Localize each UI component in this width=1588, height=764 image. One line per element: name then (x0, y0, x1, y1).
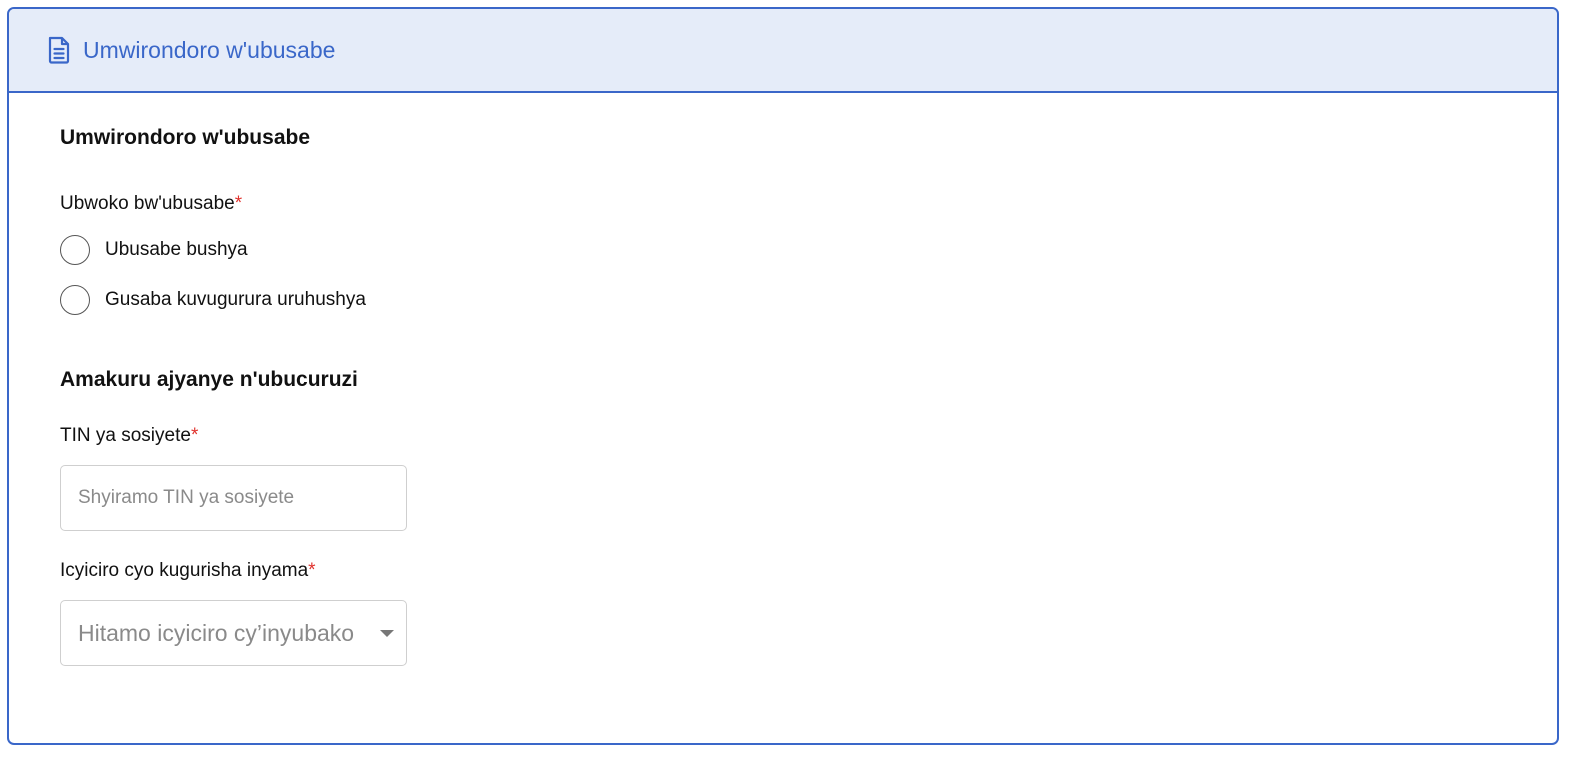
section-title-business-info: Amakuru ajyanye n'ubucuruzi (60, 368, 358, 391)
category-label: Icyiciro cyo kugurisha inyama* (60, 560, 316, 582)
chevron-down-icon[interactable] (380, 629, 394, 637)
request-type-label: Ubwoko bw'ubusabe* (60, 193, 242, 215)
category-select[interactable]: Hitamo icyiciro cy’inyubako (60, 600, 407, 666)
section-title-application-profile: Umwirondoro w'ubusabe (60, 126, 311, 149)
document-icon (46, 36, 72, 64)
card-header: Umwirondoro w'ubusabe (9, 9, 1557, 93)
header-title: Umwirondoro w'ubusabe (83, 36, 336, 63)
radio-button[interactable] (60, 235, 90, 265)
required-mark: * (234, 193, 243, 214)
radio-label-renew-license[interactable]: Gusaba kuvugurura uruhushya (105, 289, 366, 311)
category-select-placeholder: Hitamo icyiciro cy’inyubako (78, 619, 355, 646)
category-label-text: Icyiciro cyo kugurisha inyama (60, 560, 309, 581)
radio-new-application[interactable]: Ubusabe bushya (60, 235, 248, 265)
application-profile-card: Umwirondoro w'ubusabe Umwirondoro w'ubus… (7, 7, 1559, 745)
tin-label: TIN ya sosiyete* (60, 425, 198, 447)
request-type-label-text: Ubwoko bw'ubusabe (60, 193, 235, 214)
required-mark: * (308, 560, 316, 581)
radio-label-new-application[interactable]: Ubusabe bushya (105, 239, 248, 261)
radio-button[interactable] (60, 285, 90, 315)
radio-renew-license[interactable]: Gusaba kuvugurura uruhushya (60, 285, 366, 315)
tin-label-text: TIN ya sosiyete (60, 425, 191, 446)
required-mark: * (190, 425, 199, 446)
company-tin-input[interactable] (60, 465, 407, 531)
